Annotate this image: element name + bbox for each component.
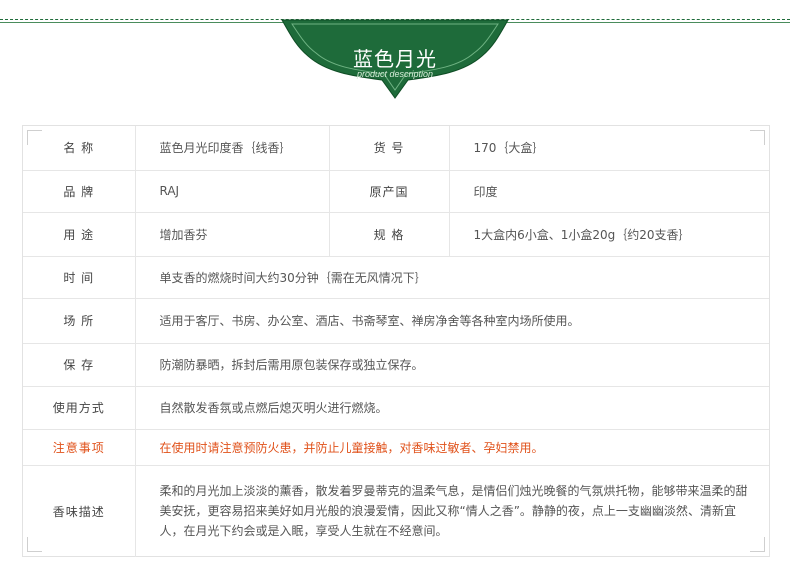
spec-value-time: 单支香的燃烧时间大约30分钟｛需在无风情况下｝	[134, 255, 769, 298]
frame-corner-decoration	[27, 537, 42, 552]
spec-label-place: 场 所	[23, 297, 135, 343]
frame-corner-decoration	[750, 130, 765, 145]
spec-label-usage: 使用方式	[23, 385, 135, 429]
spec-value-brand: RAJ	[134, 169, 329, 212]
table-row: 品 牌 RAJ 原产国 印度	[23, 169, 769, 212]
table-row-caution: 注意事项 在使用时请注意预防火患，并防止儿童接触，对香味过敏者、孕妇禁用。	[23, 428, 769, 465]
spec-value-size: 1大盒内6小盒、1小盒20g｛约20支香｝	[448, 211, 769, 256]
table-row: 名 称 蓝色月光印度香｛线香｝ 货 号 170｛大盒｝	[23, 126, 769, 170]
spec-value-item-no: 170｛大盒｝	[448, 126, 769, 170]
spec-label-storage: 保 存	[23, 342, 135, 386]
spec-label-time: 时 间	[23, 255, 135, 298]
section-banner: 蓝色月光 product description	[268, 12, 522, 100]
spec-value-scent: 柔和的月光加上淡淡的薰香，散发着罗曼蒂克的温柔气息，是情侣们烛光晚餐的气氛烘托物…	[134, 464, 769, 557]
table-row: 用 途 增加香芬 规 格 1大盒内6小盒、1小盒20g｛约20支香｝	[23, 211, 769, 256]
spec-value-name: 蓝色月光印度香｛线香｝	[134, 126, 329, 170]
spec-table: 名 称 蓝色月光印度香｛线香｝ 货 号 170｛大盒｝ 品 牌 RAJ 原产国 …	[23, 126, 769, 557]
spec-label-origin: 原产国	[328, 169, 449, 212]
spec-label-item-no: 货 号	[328, 126, 449, 170]
spec-label-caution: 注意事项	[23, 428, 135, 465]
spec-value-place: 适用于客厅、书房、办公室、酒店、书斋琴室、禅房净舍等各种室内场所使用。	[134, 297, 769, 343]
spec-label-purpose: 用 途	[23, 211, 135, 256]
frame-corner-decoration	[750, 537, 765, 552]
spec-value-usage: 自然散发香氛或点燃后熄灭明火进行燃烧。	[134, 385, 769, 429]
table-row: 使用方式 自然散发香氛或点燃后熄灭明火进行燃烧。	[23, 385, 769, 429]
spec-table-frame: 名 称 蓝色月光印度香｛线香｝ 货 号 170｛大盒｝ 品 牌 RAJ 原产国 …	[22, 125, 770, 557]
spec-label-size: 规 格	[328, 211, 449, 256]
table-row: 时 间 单支香的燃烧时间大约30分钟｛需在无风情况下｝	[23, 255, 769, 298]
spec-value-origin: 印度	[448, 169, 769, 212]
spec-value-storage: 防潮防暴晒，拆封后需用原包装保存或独立保存。	[134, 342, 769, 386]
banner-title: 蓝色月光	[353, 47, 437, 71]
table-row: 保 存 防潮防暴晒，拆封后需用原包装保存或独立保存。	[23, 342, 769, 386]
spec-value-caution: 在使用时请注意预防火患，并防止儿童接触，对香味过敏者、孕妇禁用。	[134, 428, 769, 465]
spec-value-purpose: 增加香芬	[134, 211, 329, 256]
table-row: 香味描述 柔和的月光加上淡淡的薰香，散发着罗曼蒂克的温柔气息，是情侣们烛光晚餐的…	[23, 464, 769, 557]
spec-label-brand: 品 牌	[23, 169, 135, 212]
frame-corner-decoration	[27, 130, 42, 145]
table-row: 场 所 适用于客厅、书房、办公室、酒店、书斋琴室、禅房净舍等各种室内场所使用。	[23, 297, 769, 343]
banner-subtitle: product description	[356, 69, 434, 79]
